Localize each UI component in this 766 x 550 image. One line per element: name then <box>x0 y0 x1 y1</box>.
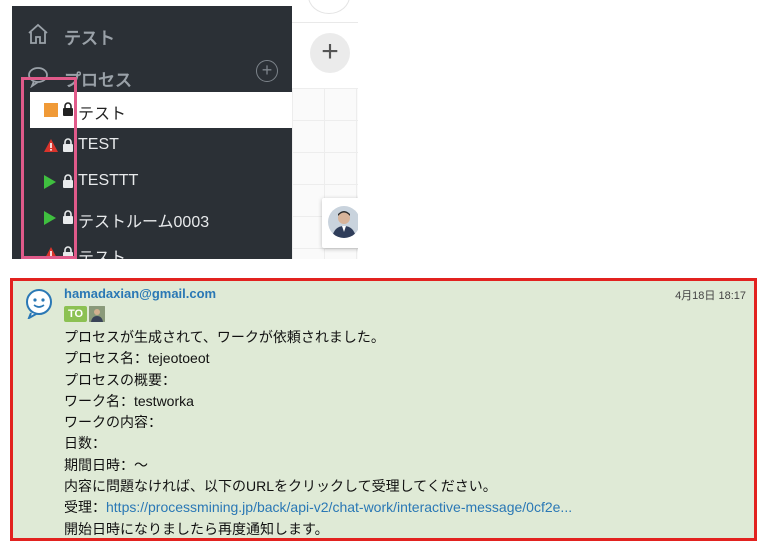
message-timestamp: 4月18日 18:17 <box>675 290 746 302</box>
message-line: プロセスが生成されて、ワークが依頼されました。 <box>64 329 385 345</box>
add-process-button[interactable]: + <box>256 60 278 82</box>
chat-message: hamadaxian@gmail.com 4月18日 18:17 TO プロセス… <box>10 278 757 541</box>
message-line: 日数： <box>64 435 106 452</box>
room-name: テストルーム0003 <box>78 214 210 231</box>
divider <box>292 22 358 23</box>
user-card[interactable] <box>322 198 358 248</box>
avatar <box>328 206 358 238</box>
room-name: TESTTT <box>78 172 139 189</box>
user-avatar-icon <box>26 289 52 319</box>
to-mention: TO <box>64 305 106 323</box>
to-badge: TO <box>64 306 88 322</box>
room-name: テスト <box>78 250 127 259</box>
accept-link[interactable]: https://processmining.jp/back/api-v2/cha… <box>106 499 572 515</box>
highlight-box <box>21 77 77 259</box>
accept-line: 受理：https://processmining.jp/back/api-v2/… <box>64 497 572 518</box>
message-body: プロセスが生成されて、ワークが依頼されました。 プロセス名：tejeotoeot… <box>64 327 572 540</box>
sender-email[interactable]: hamadaxian@gmail.com <box>64 286 216 301</box>
message-line: プロセス名：tejeotoeot <box>64 350 210 367</box>
room-name: テスト <box>78 106 127 123</box>
sidebar-item-home[interactable]: テスト <box>12 16 292 52</box>
message-line: ワークの内容： <box>64 414 162 431</box>
add-button[interactable]: + <box>310 33 350 73</box>
main-pane: + <box>292 0 358 259</box>
message-line: 開始日時になりましたら再度通知します。 <box>64 520 329 537</box>
home-icon <box>28 23 48 44</box>
accept-label: 受理： <box>64 499 106 516</box>
top-button[interactable] <box>308 0 350 14</box>
message-line: 内容に問題なければ、以下のURLをクリックして受理してください。 <box>64 478 497 495</box>
message-line: 期間日時：〜 <box>64 456 148 473</box>
mention-avatar[interactable] <box>89 306 106 322</box>
sidebar-item-home-label: テスト <box>64 29 115 48</box>
message-line: ワーク名：testworka <box>64 392 194 409</box>
message-line: プロセスの概要： <box>64 371 176 388</box>
room-name: TEST <box>78 136 119 153</box>
